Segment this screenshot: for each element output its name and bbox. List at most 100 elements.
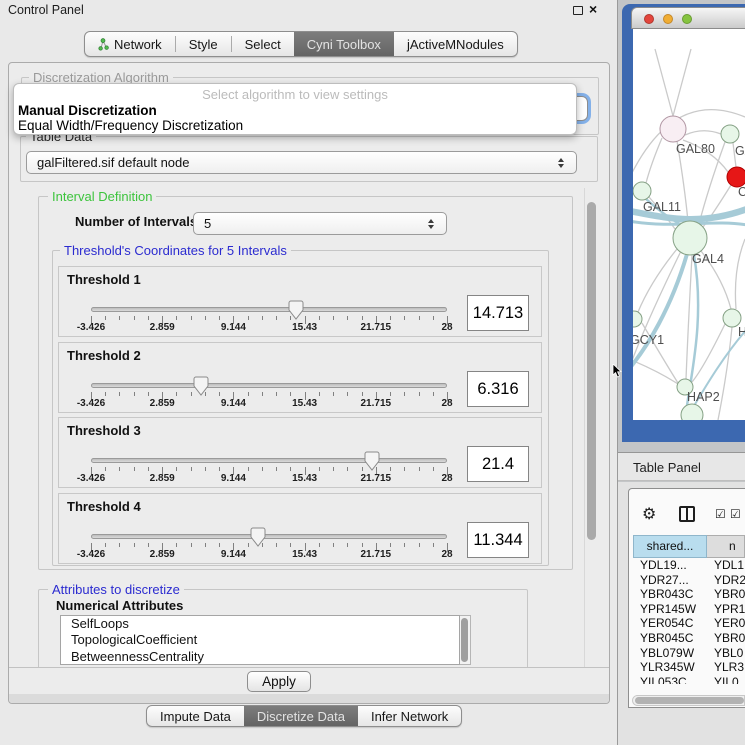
column-header-name[interactable]: n	[707, 535, 745, 558]
apply-button[interactable]: Apply	[247, 671, 311, 692]
algorithm-dropdown-popup: Select algorithm to view settings Manual…	[13, 83, 577, 135]
checkbox-checked-icon[interactable]: ☑	[715, 507, 726, 521]
gear-icon[interactable]: ⚙	[642, 504, 656, 523]
checkbox-checked-icon[interactable]: ☑	[730, 507, 741, 521]
threshold-panel-1: Threshold 1-3.4262.8599.14415.4321.71528…	[58, 266, 542, 337]
tick-label: 2.859	[150, 322, 175, 333]
tick-label: 9.144	[221, 398, 246, 409]
scrollbar-thumb[interactable]	[635, 697, 744, 704]
network-node-node-top-right[interactable]	[721, 125, 739, 143]
slider-thumb[interactable]	[364, 451, 380, 471]
tab-cyni-toolbox[interactable]: Cyni Toolbox	[294, 32, 394, 56]
tick-label: -3.426	[77, 549, 105, 560]
network-node-gcy1[interactable]	[633, 311, 642, 327]
network-edge[interactable]	[646, 138, 662, 183]
table-row[interactable]: YPR145WYPR1	[633, 602, 745, 617]
tick-label: -3.426	[77, 322, 105, 333]
tab-impute-data[interactable]: Impute Data	[147, 706, 244, 726]
tab-style[interactable]: Style	[176, 32, 231, 56]
attribute-item-topologicalcoefficient[interactable]: TopologicalCoefficient	[61, 632, 459, 648]
network-node-gal80[interactable]	[660, 116, 686, 142]
zoom-traffic-light-icon[interactable]	[682, 14, 692, 24]
threshold-value-field[interactable]: 11.344	[467, 522, 529, 558]
network-edge[interactable]	[673, 49, 691, 116]
node-label-gcy1: GCY1	[633, 333, 664, 347]
close-icon[interactable]: ×	[589, 1, 597, 17]
attributes-list-scrollbar[interactable]	[460, 615, 471, 665]
threshold-label: Threshold 3	[67, 423, 141, 438]
network-node-node-red[interactable]	[727, 167, 745, 187]
tab-jactivemnodules[interactable]: jActiveMNodules	[394, 32, 517, 56]
tab-infer-network[interactable]: Infer Network	[358, 706, 461, 726]
table-row[interactable]: YBR043CYBR0	[633, 587, 745, 602]
threshold-value-field[interactable]: 14.713	[467, 295, 529, 331]
table-panel-header: Table Panel	[618, 452, 745, 481]
window-title: Control Panel	[8, 3, 84, 17]
slider-thumb[interactable]	[193, 376, 209, 396]
scrollbar-thumb[interactable]	[587, 202, 596, 540]
network-edge[interactable]	[685, 131, 721, 135]
attribute-item-selfloops[interactable]: SelfLoops	[61, 616, 459, 632]
cell-name: YDR2	[707, 573, 745, 588]
close-traffic-light-icon[interactable]	[644, 14, 654, 24]
slider-track[interactable]	[91, 383, 447, 388]
table-horizontal-scrollbar[interactable]	[632, 695, 745, 706]
tick-label: -3.426	[77, 473, 105, 484]
tick-label: 28	[441, 549, 452, 560]
table-row[interactable]: YBR045CYBR0	[633, 631, 745, 646]
dropdown-option-equal-width-frequency-discretization[interactable]: Equal Width/Frequency Discretization	[14, 119, 576, 134]
network-node-node-bottom[interactable]	[681, 404, 703, 420]
slider-tick-labels: -3.4262.8599.14415.4321.71528	[91, 398, 447, 410]
table-row[interactable]: YER054CYER0	[633, 616, 745, 631]
cell-name: YDL1	[707, 558, 745, 573]
slider-track[interactable]	[91, 307, 447, 312]
mouse-cursor	[612, 364, 622, 378]
table-data-combobox[interactable]: galFiltered.sif default node	[26, 151, 577, 174]
threshold-panel-3: Threshold 3 -3.4262.8599.14415.4321.71528…	[58, 417, 542, 488]
table-header-row: shared... n	[633, 535, 745, 558]
slider-thumb[interactable]	[288, 300, 304, 320]
cell-name: YPR1	[707, 602, 745, 617]
table-row[interactable]: YLR345WYLR3	[633, 660, 745, 675]
network-node-gal11[interactable]	[633, 182, 651, 200]
tick-label: 9.144	[221, 549, 246, 560]
minimize-traffic-light-icon[interactable]	[663, 14, 673, 24]
network-edge[interactable]	[735, 239, 745, 309]
dropdown-option-manual-discretization[interactable]: Manual Discretization	[14, 104, 576, 119]
table-row[interactable]: YBL079WYBL0	[633, 646, 745, 661]
threshold-value-field[interactable]: 21.4	[467, 446, 529, 482]
number-of-intervals-combobox[interactable]: 5	[193, 212, 447, 235]
settings-vertical-scrollbar[interactable]	[584, 188, 598, 667]
slider-thumb[interactable]	[250, 527, 266, 547]
threshold-value-field[interactable]: 6.316	[467, 371, 529, 407]
node-table-window: ⚙ ☑ ☑ shared... n YDL19...YDL1YDR27...YD…	[628, 488, 745, 708]
slider-track[interactable]	[91, 458, 447, 463]
network-icon	[98, 38, 109, 51]
numerical-attributes-list[interactable]: SelfLoopsTopologicalCoefficientBetweenne…	[60, 615, 460, 665]
network-edge[interactable]	[686, 255, 692, 379]
table-row[interactable]: YDL19...YDL1	[633, 558, 745, 573]
tab-network[interactable]: Network	[85, 32, 175, 56]
slider-track[interactable]	[91, 534, 447, 539]
column-header-shared-name[interactable]: shared...	[633, 535, 707, 558]
tab-discretize-data[interactable]: Discretize Data	[244, 706, 358, 726]
table-row[interactable]: YDR27...YDR2	[633, 573, 745, 588]
network-node-gal4[interactable]	[673, 221, 707, 255]
table-body: YDL19...YDL1YDR27...YDR2YBR043CYBR0YPR14…	[633, 558, 745, 684]
float-window-icon[interactable]	[573, 6, 583, 15]
network-edge[interactable]	[655, 49, 673, 116]
node-label-node-top-right: GA	[735, 144, 745, 158]
split-columns-icon[interactable]	[679, 506, 695, 522]
network-edge[interactable]	[718, 327, 732, 420]
network-window-titlebar[interactable]	[631, 7, 745, 29]
tick-label: 15.43	[292, 322, 317, 333]
attribute-item-betweennesscentrality[interactable]: BetweennessCentrality	[61, 649, 459, 665]
cell-name: YBR0	[707, 631, 745, 646]
cyni-bottom-tabs: Impute DataDiscretize DataInfer Network	[146, 705, 462, 727]
tab-select[interactable]: Select	[232, 32, 294, 56]
cell-name: YLR3	[707, 660, 745, 675]
slider-tick-labels: -3.4262.8599.14415.4321.71528	[91, 473, 447, 485]
network-canvas[interactable]: GAL80GACGAL11GAL4GCY1HHAP2	[633, 29, 745, 420]
tab-label: Network	[114, 37, 162, 52]
table-row[interactable]: YIL053CYIL0	[633, 675, 745, 684]
